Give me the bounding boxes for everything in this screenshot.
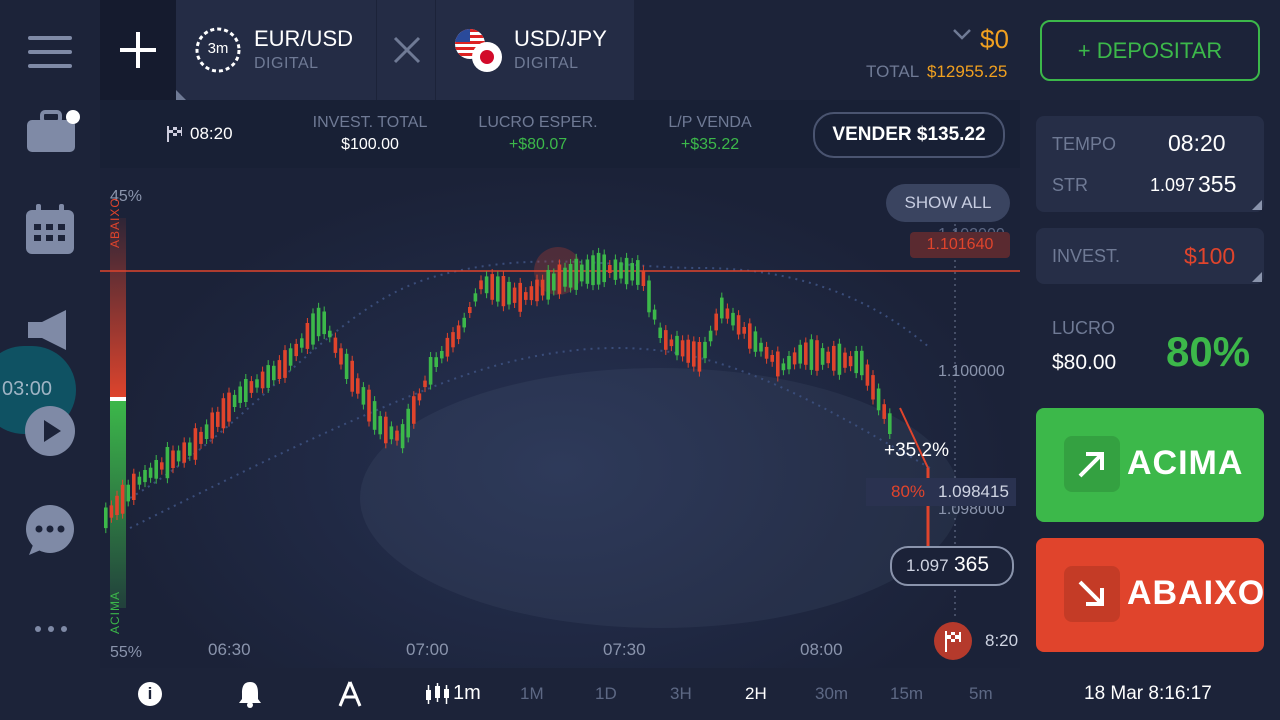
timer-label: 03:00: [2, 378, 53, 400]
balance-value[interactable]: $0: [980, 24, 1009, 55]
profit-percentage: +35.2%: [884, 440, 949, 461]
time-tick: 07:30: [603, 640, 646, 659]
resize-corner-icon: [1252, 200, 1262, 210]
chat-icon[interactable]: [25, 505, 75, 560]
timeframe-1M[interactable]: 1M: [520, 684, 544, 704]
tab-title: EUR/USD: [254, 26, 354, 51]
usd-jpy-flag-icon: [455, 29, 502, 72]
strike-label: STR: [1052, 175, 1088, 195]
add-tab-button[interactable]: [100, 0, 176, 100]
arrow-down-right-icon: [1064, 566, 1120, 622]
bottom-percentage: 55%: [110, 644, 143, 661]
time-tick: 08:00: [800, 640, 843, 659]
invest-value: $100: [1184, 243, 1236, 269]
calendar-icon[interactable]: [26, 204, 74, 259]
info-icon[interactable]: i: [138, 682, 162, 706]
investment-input[interactable]: INVEST. $100: [1036, 228, 1264, 284]
live-price-tail: 365: [954, 553, 990, 576]
profit-percentage: 80%: [1166, 328, 1251, 375]
expiry-marker-time: 8:20: [985, 631, 1019, 650]
hamburger-icon[interactable]: [28, 36, 72, 78]
timeframe-30m[interactable]: 30m: [815, 684, 848, 704]
tab-title: USD/JPY: [514, 26, 607, 51]
drawing-tools-icon[interactable]: [337, 680, 363, 713]
deposit-button[interactable]: + DEPOSITAR: [1040, 20, 1260, 81]
bottom-toolbar: i 1m 1M 1D 3H 2H 30m 15m 5m 18 Mar 8:16:…: [100, 668, 1280, 720]
tab-usd-jpy[interactable]: USD/JPY DIGITAL: [436, 0, 634, 100]
left-sidebar: 03:00: [0, 0, 100, 720]
payout-percentage: 80%: [891, 482, 926, 501]
play-icon[interactable]: [25, 406, 75, 456]
expiry-selector[interactable]: TEMPO 08:20 STR 1.097 355: [1036, 116, 1264, 212]
candles-icon[interactable]: [424, 682, 450, 711]
top-bar: 3m EUR/USD DIGITAL USD/JPY DIGITAL $0 TO…: [100, 0, 1280, 100]
total-value: $12955.25: [927, 62, 1008, 81]
resize-corner-icon: [1252, 272, 1262, 282]
strike-price-label: 1.101640: [910, 232, 1010, 258]
checkered-flag-icon: [167, 126, 182, 142]
bell-icon[interactable]: [237, 680, 263, 713]
tab-eur-usd[interactable]: 3m EUR/USD DIGITAL: [176, 0, 376, 100]
side-label-up: ACIMA: [108, 590, 122, 634]
timeframe-15m[interactable]: 15m: [890, 684, 923, 704]
time-value: 08:20: [1168, 130, 1226, 156]
timeframe-selector[interactable]: 1m: [453, 682, 481, 705]
tab-badge: 3m: [207, 40, 229, 57]
arrow-up-right-icon: [1064, 436, 1120, 492]
invest-label: INVEST.: [1052, 246, 1121, 266]
price-tick: 1.100000: [938, 363, 1005, 380]
tab-subtitle: DIGITAL: [254, 55, 319, 72]
position-info-bar: 08:20 INVEST. TOTAL $100.00 LUCRO ESPER.…: [100, 100, 1020, 168]
plus-icon: [120, 32, 156, 68]
price-chart[interactable]: 45% 55% ABAIXO ACIMA SHOW ALL 1.102000 1…: [100, 168, 1020, 668]
call-label: ACIMA: [1127, 444, 1244, 482]
expiry-time: 08:20: [190, 124, 233, 143]
chevron-down-icon[interactable]: [952, 28, 972, 47]
candlestick-plot[interactable]: [100, 168, 1020, 668]
live-price-box: 1.097 365: [890, 546, 1014, 586]
timeframe-5m[interactable]: 5m: [969, 684, 993, 704]
timeframe-1D[interactable]: 1D: [595, 684, 617, 704]
close-icon: [393, 36, 421, 64]
timeframe-2H[interactable]: 2H: [745, 684, 767, 704]
put-label: ABAIXO: [1127, 574, 1266, 612]
clock-datetime: 18 Mar 8:16:17: [1084, 683, 1212, 704]
more-dots-icon[interactable]: [34, 620, 68, 638]
checkered-flag-icon: [934, 622, 972, 660]
profit-value: $80.00: [1052, 351, 1117, 374]
expected-profit-value: +$80.07: [508, 136, 568, 153]
pl-sell-value: +$35.22: [680, 136, 740, 153]
call-button[interactable]: ACIMA: [1036, 408, 1264, 522]
side-label-down: ABAIXO: [108, 197, 122, 248]
time-label: TEMPO: [1052, 134, 1117, 154]
invest-total-label: INVEST. TOTAL: [312, 114, 428, 131]
profit-label: LUCRO: [1052, 318, 1116, 338]
current-price: 1.098415: [938, 482, 1009, 501]
time-tick: 06:30: [208, 640, 251, 659]
briefcase-icon[interactable]: [26, 108, 80, 159]
pl-sell-label: L/P VENDA: [668, 114, 752, 131]
tab-subtitle: DIGITAL: [514, 55, 579, 72]
sell-button[interactable]: VENDER $135.22: [813, 112, 1005, 158]
put-button[interactable]: ABAIXO: [1036, 538, 1264, 652]
strike-tail: 355: [1198, 171, 1237, 197]
total-label: TOTAL: [866, 62, 920, 81]
expected-profit-label: LUCRO ESPER.: [478, 114, 598, 131]
invest-total-value: $100.00: [341, 136, 399, 153]
show-all-button[interactable]: SHOW ALL: [886, 184, 1010, 222]
live-price-main: 1.097: [906, 556, 949, 575]
close-tab-button[interactable]: [376, 0, 435, 100]
trade-panel: TEMPO 08:20 STR 1.097 355 INVEST. $100 L…: [1020, 100, 1280, 668]
strike-main: 1.097: [1150, 175, 1196, 195]
timeframe-3H[interactable]: 3H: [670, 684, 692, 704]
time-tick: 07:00: [406, 640, 449, 659]
